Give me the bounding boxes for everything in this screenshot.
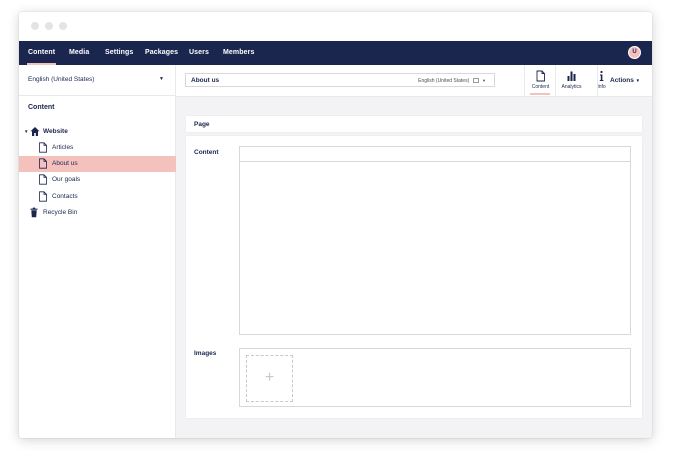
property-group-title: Page bbox=[194, 120, 210, 128]
top-navigation: Content Media Settings Packages Users Me… bbox=[19, 41, 652, 65]
tree-item-label: Our goals bbox=[52, 176, 81, 183]
tree-item-recycle-bin[interactable]: Recycle Bin bbox=[19, 205, 176, 221]
tree-item-about-us[interactable]: About us bbox=[19, 156, 176, 172]
node-name-input[interactable]: About us English (United States) ▼ bbox=[185, 73, 495, 87]
trash-icon bbox=[30, 207, 38, 218]
content-property-label: Content bbox=[194, 149, 219, 156]
culture-flag-icon bbox=[472, 77, 479, 83]
bar-chart-icon bbox=[567, 71, 576, 81]
actions-label: Actions ▼ bbox=[610, 77, 641, 84]
document-icon bbox=[39, 142, 47, 153]
tab-content[interactable]: Content bbox=[524, 65, 555, 97]
actions-button[interactable]: Actions ▼ bbox=[597, 65, 652, 97]
nav-item-users[interactable]: Users bbox=[189, 41, 209, 65]
culture-label: English (United States) bbox=[418, 77, 470, 84]
tree-item-label: Recycle Bin bbox=[43, 209, 78, 216]
property-group-header: Page bbox=[186, 116, 642, 132]
window-minimize-button[interactable] bbox=[45, 22, 53, 30]
tab-label: Content bbox=[531, 84, 550, 90]
window-close-button[interactable] bbox=[31, 22, 39, 30]
tree-item-contacts[interactable]: Contacts bbox=[19, 189, 176, 205]
content-tree-sidebar: English (United States) ▼ Content ▼ Webs… bbox=[19, 65, 176, 438]
language-select-value: English (United States) bbox=[28, 76, 95, 83]
app-window: Content Media Settings Packages Users Me… bbox=[19, 12, 652, 438]
media-picker: + bbox=[239, 348, 631, 407]
images-property-label: Images bbox=[194, 350, 217, 357]
nav-item-media[interactable]: Media bbox=[69, 41, 89, 65]
editor-header: About us English (United States) ▼ Conte… bbox=[176, 65, 652, 97]
add-image-button[interactable]: + bbox=[246, 355, 293, 402]
nav-item-packages[interactable]: Packages bbox=[145, 41, 178, 65]
tree-item-label: Articles bbox=[52, 144, 74, 151]
tree-item-label: Contacts bbox=[52, 193, 78, 200]
caret-down-icon: ▼ bbox=[159, 76, 164, 82]
language-select[interactable]: English (United States) ▼ bbox=[19, 65, 176, 96]
document-icon bbox=[39, 174, 47, 185]
user-avatar[interactable]: U bbox=[628, 46, 641, 59]
window-maximize-button[interactable] bbox=[59, 22, 67, 30]
tab-analytics[interactable]: Analytics bbox=[555, 65, 586, 97]
tree-item-our-goals[interactable]: Our goals bbox=[19, 172, 176, 188]
rich-text-input[interactable] bbox=[240, 162, 630, 334]
tree-item-articles[interactable]: Articles bbox=[19, 140, 176, 156]
caret-down-icon[interactable]: ▼ bbox=[24, 129, 28, 134]
rich-text-toolbar[interactable] bbox=[240, 147, 630, 162]
document-icon bbox=[536, 70, 545, 82]
nav-item-members[interactable]: Members bbox=[223, 41, 254, 65]
tree-item-label: About us bbox=[52, 160, 78, 167]
tree-item-label: Website bbox=[43, 128, 68, 135]
tree-item-website[interactable]: ▼ Website bbox=[19, 124, 176, 140]
rich-text-editor bbox=[239, 146, 631, 335]
node-name-value: About us bbox=[191, 77, 220, 84]
home-icon bbox=[30, 127, 40, 136]
window-titlebar bbox=[19, 12, 652, 41]
nav-item-settings[interactable]: Settings bbox=[105, 41, 133, 65]
caret-down-icon: ▼ bbox=[482, 77, 486, 83]
caret-down-icon: ▼ bbox=[635, 78, 641, 83]
document-icon bbox=[39, 158, 47, 169]
tab-label: Analytics bbox=[561, 84, 582, 90]
editor-area: About us English (United States) ▼ Conte… bbox=[176, 65, 652, 438]
document-icon bbox=[39, 191, 47, 202]
tree-section-title: Content bbox=[28, 104, 55, 111]
plus-icon: + bbox=[264, 369, 275, 386]
nav-item-content[interactable]: Content bbox=[26, 41, 57, 65]
property-group-body: Content Images + bbox=[186, 136, 642, 418]
culture-switch[interactable]: English (United States) ▼ bbox=[418, 78, 486, 84]
